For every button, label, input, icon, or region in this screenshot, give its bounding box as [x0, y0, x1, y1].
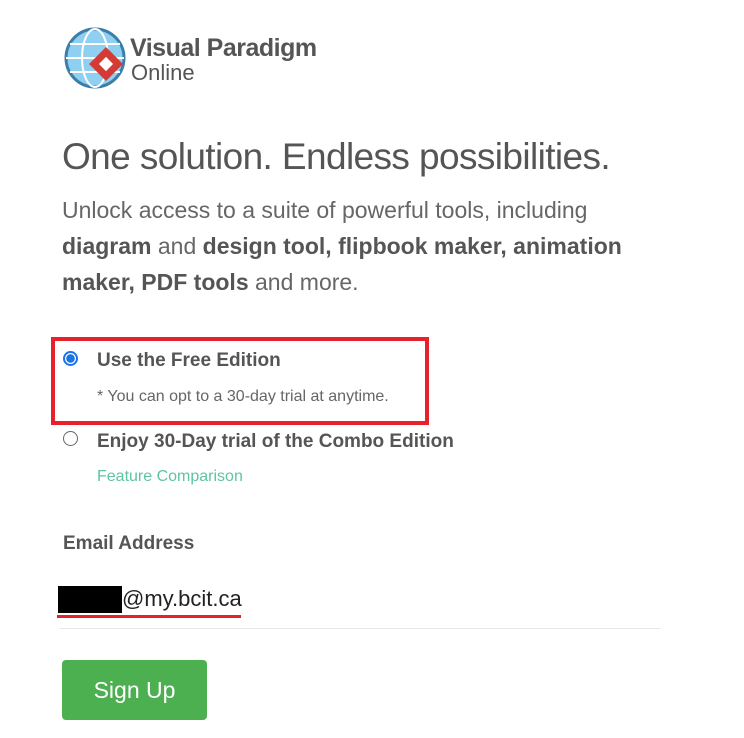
logo-subtext: Online [131, 60, 195, 85]
feature-comparison-link[interactable]: Feature Comparison [97, 468, 243, 486]
sign-up-button[interactable]: Sign Up [62, 660, 207, 720]
free-edition-note: * You can opt to a 30-day trial at anyti… [97, 388, 389, 405]
combo-trial-radio[interactable] [63, 431, 78, 446]
intro-text: Unlock access to a suite of powerful too… [62, 197, 622, 295]
globe-logo-icon [64, 27, 126, 89]
free-edition-label[interactable]: Use the Free Edition [97, 350, 281, 372]
email-label: Email Address [63, 533, 195, 554]
email-field[interactable]: @my.bcit.ca [122, 586, 242, 612]
email-field-border [60, 628, 660, 629]
redaction-box [58, 586, 122, 613]
combo-trial-label[interactable]: Enjoy 30-Day trial of the Combo Edition [97, 431, 454, 453]
logo-text: Visual Paradigm [130, 34, 317, 62]
free-edition-radio[interactable] [63, 351, 78, 366]
page-title: One solution. Endless possibilities. [62, 136, 611, 177]
annotation-underline [57, 615, 241, 618]
